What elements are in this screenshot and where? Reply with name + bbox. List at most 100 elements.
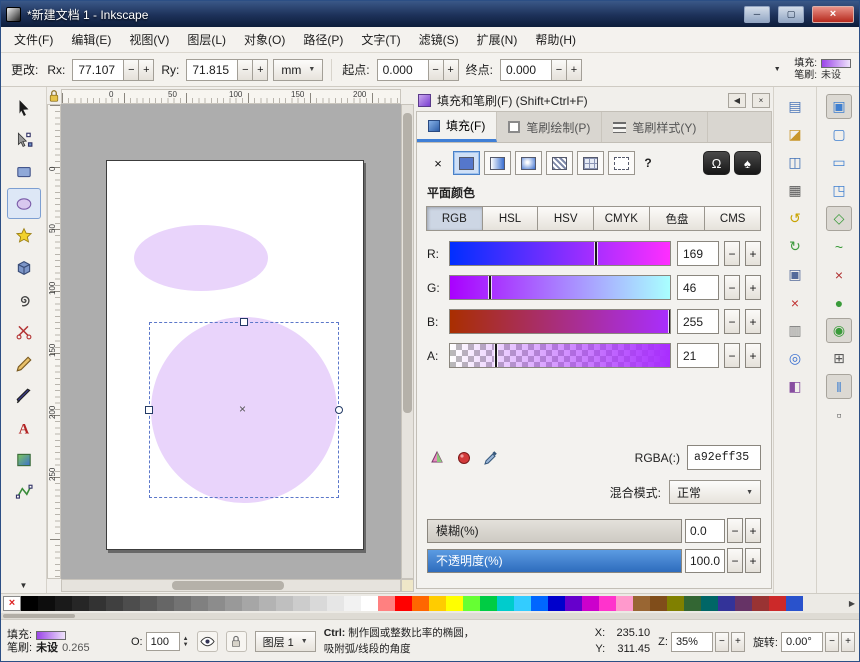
selector-tool[interactable] (7, 92, 41, 123)
palette-swatch[interactable] (89, 596, 106, 611)
rx-increment-button[interactable]: + (138, 59, 154, 81)
start-angle-value[interactable]: 0.000 (377, 59, 429, 81)
status-fill-swatch[interactable] (36, 631, 66, 640)
alpha-channel-slider[interactable] (449, 343, 671, 368)
layer-visibility-toggle[interactable] (197, 631, 218, 652)
rotate-ccw-button[interactable]: − (825, 632, 839, 652)
snap-bbox-icon[interactable]: ▢ (826, 122, 852, 147)
vertical-ruler[interactable]: 0 50 100 150 200 250 (47, 104, 61, 579)
zoom-in-button[interactable]: + (731, 632, 745, 652)
snap-node-icon[interactable]: ◇ (826, 206, 852, 231)
palette-swatch[interactable] (480, 596, 497, 611)
blue-channel-slider[interactable] (449, 309, 671, 334)
close-button[interactable]: × (812, 6, 854, 23)
menu-edit[interactable]: 编辑(E) (62, 27, 120, 52)
rx-value[interactable]: 77.107 (72, 59, 124, 81)
unit-dropdown[interactable]: mm ▼ (273, 59, 323, 81)
rotation-value[interactable]: 0.00° (781, 632, 823, 652)
slider-marker[interactable] (495, 344, 497, 367)
snap-intersection-icon[interactable]: × (826, 262, 852, 287)
box3d-tool[interactable] (7, 252, 41, 283)
palette-swatch[interactable] (344, 596, 361, 611)
red-channel-value[interactable]: 169 (677, 241, 719, 266)
blue-decrement-button[interactable]: − (724, 309, 740, 334)
ry-decrement-button[interactable]: − (237, 59, 253, 81)
palette-swatch[interactable] (21, 596, 38, 611)
palette-swatch[interactable] (514, 596, 531, 611)
colorspace-cmyk-button[interactable]: CMYK (593, 206, 650, 231)
palette-swatch[interactable] (225, 596, 242, 611)
palette-swatch[interactable] (752, 596, 769, 611)
dialog-close-button[interactable]: × (752, 93, 770, 108)
blur-slider[interactable]: 模糊(%) (427, 519, 682, 543)
horizontal-scrollbar[interactable] (61, 579, 401, 592)
palette-swatch[interactable] (72, 596, 89, 611)
redo-icon[interactable]: ↻ (782, 234, 808, 259)
blur-increment-button[interactable]: + (745, 518, 761, 543)
vertical-scrollbar[interactable] (401, 104, 414, 579)
title-bar[interactable]: *新建文档 1 - Inkscape ─ ▢ × (1, 1, 859, 27)
palette-swatch[interactable] (463, 596, 480, 611)
layer-dropdown[interactable]: 图层 1 ▼ (255, 631, 316, 652)
snap-enable-icon[interactable]: ▣ (826, 94, 852, 119)
minimize-button[interactable]: ─ (744, 6, 770, 23)
palette-swatch[interactable] (378, 596, 395, 611)
scroll-corner-button[interactable] (401, 579, 414, 592)
pattern-button[interactable] (546, 151, 573, 175)
palette-swatch[interactable] (259, 596, 276, 611)
snap-guide-icon[interactable]: ‖ (826, 374, 852, 399)
toolbox-overflow-button[interactable]: ▼ (7, 581, 41, 590)
fill-color-swatch[interactable] (821, 59, 851, 68)
colorspace-cms-button[interactable]: CMS (704, 206, 761, 231)
fill-stroke-dialog-icon[interactable]: ◧ (782, 374, 808, 399)
palette-swatch[interactable] (293, 596, 310, 611)
menu-path[interactable]: 路径(P) (294, 27, 352, 52)
palette-swatch[interactable] (242, 596, 259, 611)
menu-filters[interactable]: 滤镜(S) (410, 27, 468, 52)
right-arc-handle[interactable] (335, 406, 343, 414)
palette-swatch[interactable] (497, 596, 514, 611)
palette-swatch[interactable] (531, 596, 548, 611)
green-channel-value[interactable]: 46 (677, 275, 719, 300)
rgba-input[interactable]: a92eff35 (687, 445, 761, 470)
snap-midpoint-icon[interactable]: ● (826, 290, 852, 315)
palette-swatch[interactable] (684, 596, 701, 611)
end-decrement-button[interactable]: − (551, 59, 567, 81)
dock-left-button[interactable]: ◀ (728, 93, 746, 108)
linear-gradient-button[interactable] (484, 151, 511, 175)
special-paint-button-1[interactable]: Ω (703, 151, 730, 175)
menu-file[interactable]: 文件(F) (5, 27, 62, 52)
star-tool[interactable] (7, 220, 41, 251)
palette-swatch[interactable] (361, 596, 378, 611)
green-decrement-button[interactable]: − (724, 275, 740, 300)
snap-bbox-corner-icon[interactable]: ◳ (826, 178, 852, 203)
blur-decrement-button[interactable]: − (727, 518, 743, 543)
green-increment-button[interactable]: + (745, 275, 761, 300)
undo-icon[interactable]: ↺ (782, 206, 808, 231)
end-angle-value[interactable]: 0.000 (500, 59, 552, 81)
opacity-value[interactable]: 100.0 (685, 549, 725, 573)
save-icon[interactable]: ◫ (782, 150, 808, 175)
blend-mode-dropdown[interactable]: 正常 ▼ (669, 480, 761, 504)
opacity-increment-button[interactable]: + (745, 548, 761, 573)
alpha-increment-button[interactable]: + (745, 343, 761, 368)
red-increment-button[interactable]: + (745, 241, 761, 266)
horizontal-ruler[interactable]: 0 50 100 150 200 (61, 89, 401, 104)
special-paint-button-2[interactable]: ♠ (734, 151, 761, 175)
palette-swatch[interactable] (769, 596, 786, 611)
scissors-tool[interactable] (7, 316, 41, 347)
colorspace-hsl-button[interactable]: HSL (482, 206, 539, 231)
print-icon[interactable]: ▦ (782, 178, 808, 203)
zoom-icon[interactable]: ◎ (782, 346, 808, 371)
palette-swatch[interactable] (582, 596, 599, 611)
alpha-decrement-button[interactable]: − (724, 343, 740, 368)
palette-swatch[interactable] (429, 596, 446, 611)
start-increment-button[interactable]: + (443, 59, 459, 81)
menu-object[interactable]: 对象(O) (235, 27, 294, 52)
status-opacity-value[interactable]: 100 (146, 632, 180, 651)
small-ellipse-shape[interactable] (134, 225, 268, 291)
end-increment-button[interactable]: + (566, 59, 582, 81)
layer-lock-toggle[interactable] (226, 631, 247, 652)
menu-extensions[interactable]: 扩展(N) (468, 27, 527, 52)
menu-text[interactable]: 文字(T) (352, 27, 409, 52)
